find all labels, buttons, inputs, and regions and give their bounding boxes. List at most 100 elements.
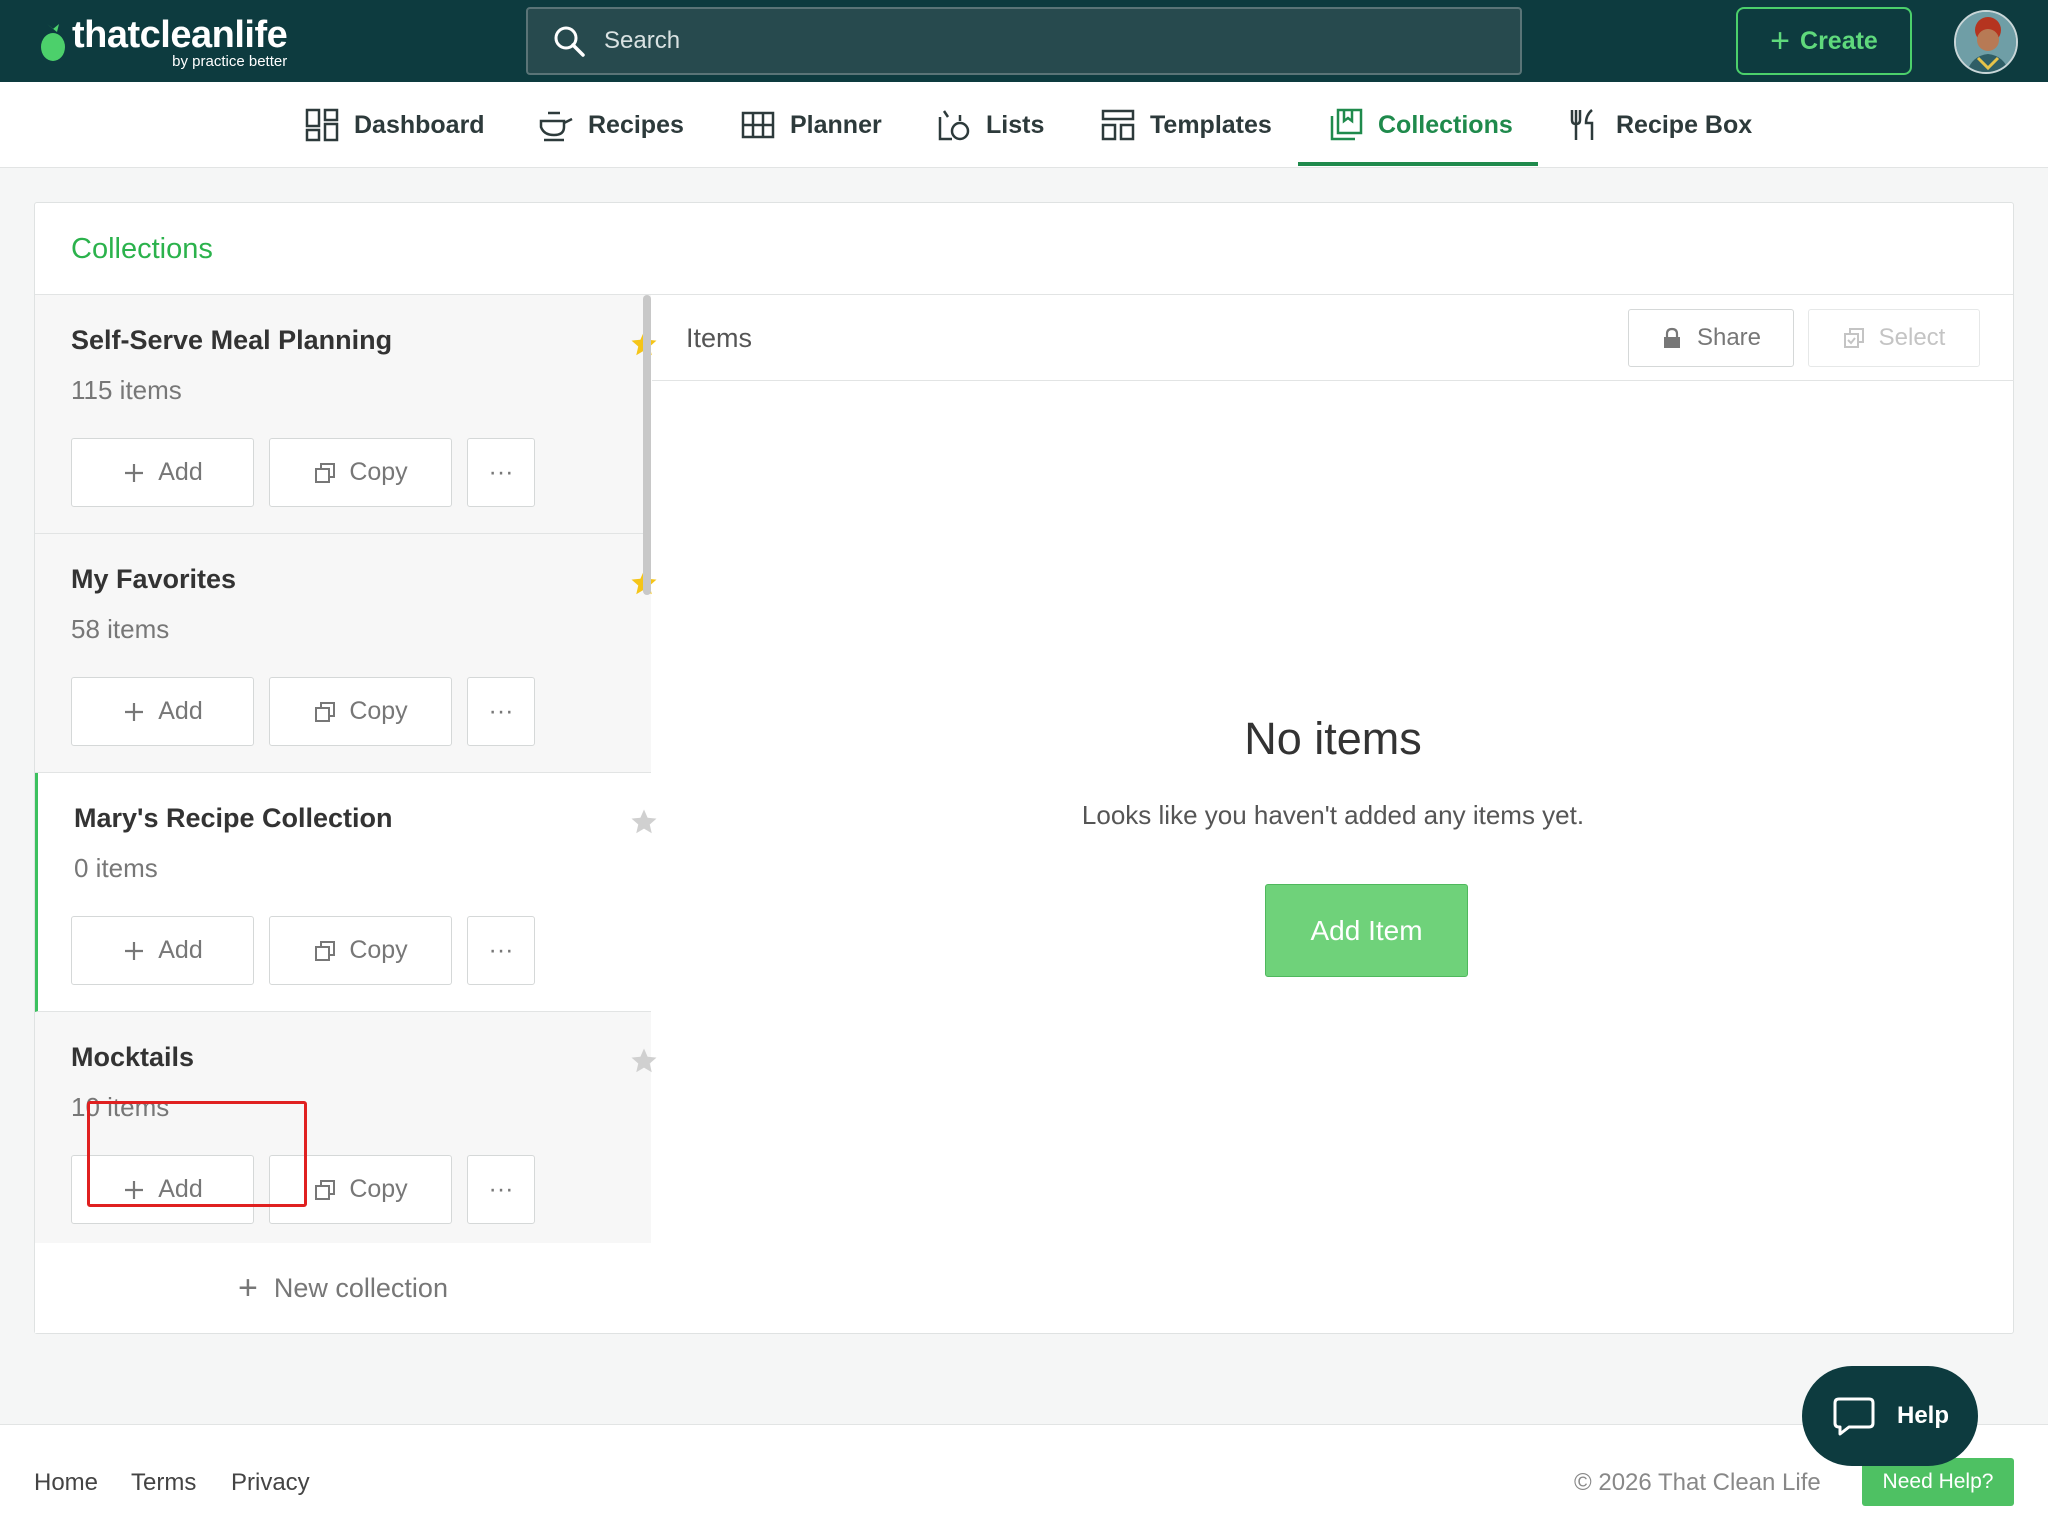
main-nav: Dashboard Recipes Planner Lists Template… xyxy=(0,82,2048,168)
plus-icon xyxy=(125,941,144,960)
items-panel: Items Share Select No items Looks like y… xyxy=(652,295,2014,1333)
collection-item[interactable]: Mocktails 10 items Add Copy ··· xyxy=(35,1012,657,1251)
more-icon: ··· xyxy=(488,936,514,964)
plus-icon xyxy=(125,702,144,721)
nav-label: Recipes xyxy=(588,110,684,139)
add-to-collection-button[interactable]: Add xyxy=(71,438,254,507)
help-chat-button[interactable]: Help xyxy=(1802,1366,1978,1466)
collection-name: Self-Serve Meal Planning xyxy=(71,325,393,355)
select-label: Select xyxy=(1878,324,1946,351)
nav-dashboard[interactable]: Dashboard xyxy=(304,82,485,168)
templates-icon xyxy=(1101,109,1135,141)
copy-label: Copy xyxy=(349,458,408,486)
collection-item-selected[interactable]: Mary's Recipe Collection 0 items Add Cop… xyxy=(35,773,657,1012)
add-to-collection-button[interactable]: Add xyxy=(71,1155,254,1224)
create-label: Create xyxy=(1800,26,1878,55)
add-item-button[interactable]: Add Item xyxy=(1265,884,1468,977)
search-box[interactable] xyxy=(526,7,1522,75)
items-toolbar: Items Share Select xyxy=(652,295,2014,381)
nav-label: Recipe Box xyxy=(1616,110,1753,139)
empty-state-title: No items xyxy=(1244,713,1422,764)
copy-label: Copy xyxy=(349,1175,408,1203)
nav-templates[interactable]: Templates xyxy=(1100,82,1272,168)
nav-collections[interactable]: Collections xyxy=(1328,82,1513,168)
card-header: Collections xyxy=(35,203,2013,295)
copy-icon xyxy=(315,462,336,483)
collections-scrollbar[interactable] xyxy=(643,295,651,595)
brand-logo[interactable]: thatcleanlife by practice better xyxy=(40,10,288,74)
more-icon: ··· xyxy=(488,1175,514,1203)
plus-icon xyxy=(125,1180,144,1199)
more-icon: ··· xyxy=(488,697,514,725)
top-bar: thatcleanlife by practice better + Creat… xyxy=(0,0,2048,82)
lists-icon xyxy=(938,110,970,141)
add-label: Add xyxy=(158,1175,203,1203)
collection-count: 0 items xyxy=(74,853,158,883)
add-to-collection-button[interactable]: Add xyxy=(71,916,254,985)
add-label: Add xyxy=(158,458,203,486)
planner-icon xyxy=(741,111,775,139)
page-title: Collections xyxy=(71,233,213,265)
collection-count: 58 items xyxy=(71,614,170,644)
footer-link-terms[interactable]: Terms xyxy=(131,1469,196,1497)
copy-icon xyxy=(315,1179,336,1200)
new-collection-label: New collection xyxy=(273,1272,448,1303)
more-icon: ··· xyxy=(488,458,514,486)
dashboard-icon xyxy=(305,108,339,142)
add-label: Add xyxy=(158,697,203,725)
add-label: Add xyxy=(158,936,203,964)
copy-collection-button[interactable]: Copy xyxy=(269,677,452,746)
copy-collection-button[interactable]: Copy xyxy=(269,438,452,507)
collection-name: Mary's Recipe Collection xyxy=(74,803,393,833)
copy-icon xyxy=(315,701,336,722)
nav-recipe-box[interactable]: Recipe Box xyxy=(1566,82,1752,168)
select-icon xyxy=(1843,328,1864,348)
active-tab-underline xyxy=(1298,162,1538,166)
more-options-button[interactable]: ··· xyxy=(467,1155,535,1224)
share-label: Share xyxy=(1696,324,1762,351)
select-button[interactable]: Select xyxy=(1808,309,1980,367)
copyright-text: © 2026 That Clean Life xyxy=(1574,1469,1821,1496)
items-title: Items xyxy=(686,323,753,353)
more-options-button[interactable]: ··· xyxy=(467,916,535,985)
nav-label: Lists xyxy=(986,110,1045,139)
new-collection-button[interactable]: + New collection xyxy=(35,1243,651,1333)
nav-label: Templates xyxy=(1150,110,1272,139)
search-icon xyxy=(554,26,585,57)
nav-label: Collections xyxy=(1378,110,1513,139)
copy-collection-button[interactable]: Copy xyxy=(269,916,452,985)
avatar-image xyxy=(1956,12,2016,72)
footer: Home Terms Privacy © 2026 That Clean Lif… xyxy=(0,1424,2048,1536)
collection-count: 10 items xyxy=(71,1092,170,1122)
brand-byline: by practice better xyxy=(172,52,288,70)
recipes-icon xyxy=(539,111,573,142)
user-avatar[interactable] xyxy=(1954,10,2018,74)
nav-recipes[interactable]: Recipes xyxy=(538,82,684,168)
leaf-logo-icon xyxy=(41,24,65,61)
search-input[interactable] xyxy=(604,27,1404,55)
copy-icon xyxy=(315,940,336,961)
lock-icon xyxy=(1663,327,1680,348)
nav-label: Dashboard xyxy=(354,110,485,139)
nav-planner[interactable]: Planner xyxy=(740,82,882,168)
nav-lists[interactable]: Lists xyxy=(936,82,1044,168)
footer-link-home[interactable]: Home xyxy=(34,1469,98,1497)
more-options-button[interactable]: ··· xyxy=(467,438,535,507)
chat-bubble-icon xyxy=(1833,1397,1875,1436)
add-to-collection-button[interactable]: Add xyxy=(71,677,254,746)
plus-icon xyxy=(125,463,144,482)
copy-collection-button[interactable]: Copy xyxy=(269,1155,452,1224)
collection-item[interactable]: Self-Serve Meal Planning 115 items Add C… xyxy=(35,295,657,534)
empty-state-message: Looks like you haven't added any items y… xyxy=(1081,800,1585,830)
share-button[interactable]: Share xyxy=(1628,309,1794,367)
plus-icon: + xyxy=(1770,21,1791,60)
plus-icon: + xyxy=(238,1268,258,1307)
create-button[interactable]: + Create xyxy=(1736,7,1912,75)
collections-card: Collections Self-Serve Meal Planning 115… xyxy=(34,202,2014,1334)
collection-item[interactable]: My Favorites 58 items Add Copy ··· xyxy=(35,534,657,773)
help-label: Help xyxy=(1896,1402,1949,1429)
more-options-button[interactable]: ··· xyxy=(467,677,535,746)
collection-name: Mocktails xyxy=(71,1042,195,1072)
collections-list: Self-Serve Meal Planning 115 items Add C… xyxy=(35,295,657,1333)
footer-link-privacy[interactable]: Privacy xyxy=(231,1469,310,1497)
